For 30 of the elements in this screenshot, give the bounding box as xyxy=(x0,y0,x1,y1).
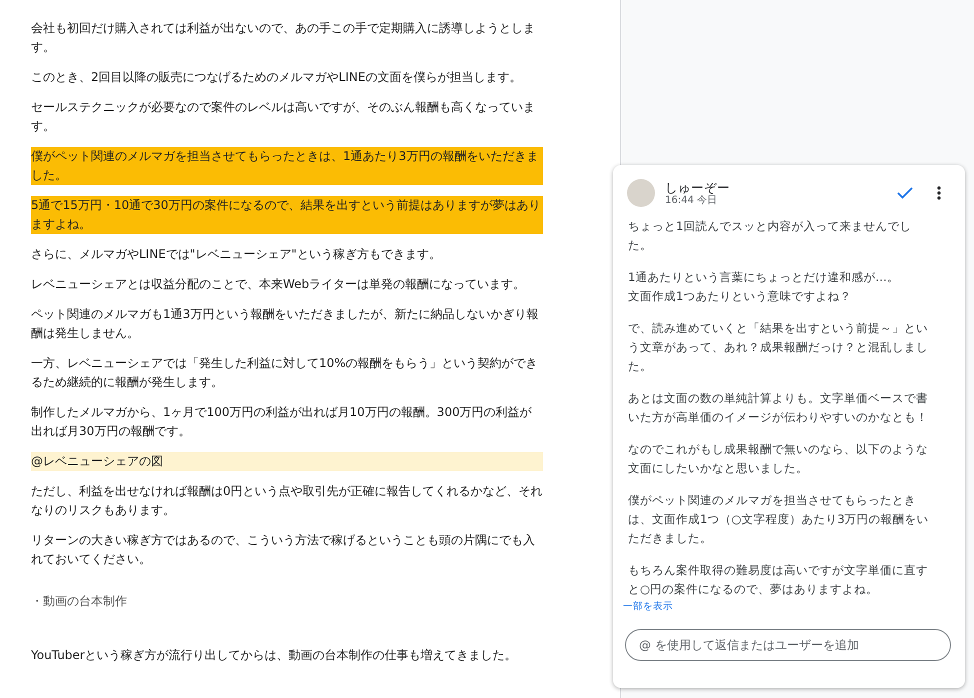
show-more-link[interactable]: 一部を表示 xyxy=(623,601,673,613)
comment-text: なのでこれがもし成果報酬で無いのなら、以下のような文面にしたいかなと思いました。 xyxy=(628,441,929,477)
paragraph: さらに、メルマガやLINEでは"レベニューシェア"という稼ぎ方もできます。 xyxy=(31,246,442,263)
paragraph: ただし、利益を出せなければ報酬は0円という点や取引先が正確に報告してくれるかなど、それなりのリスクもあります。 xyxy=(31,483,543,519)
comment-text: 僕がペット関連のメルマガを担当させてもらったときは、文面作成1つ（○文字程度）あたり3万円の報酬をいただきました。 xyxy=(628,492,930,547)
highlighted-paragraph: 5通で15万円・10通で30万円の案件になるので、結果を出すという前提はありますが夢はありますよね。 xyxy=(31,196,543,234)
author-name: しゅーぞー xyxy=(665,180,730,194)
comment-text: ちょっと1回読んでスッと内容が入って来ませんでした。 xyxy=(628,218,912,254)
more-icon xyxy=(937,186,941,200)
highlighted-paragraph: 僕がペット関連のメルマガを担当させてもらったときは、1通あたり3万円の報酬をいただきました。 xyxy=(31,147,543,185)
highlighted-paragraph: @レベニューシェアの図 xyxy=(31,452,543,471)
avatar xyxy=(627,179,655,207)
comment-text: で、読み進めていくと「結果を出すという前提～」という文章があって、あれ？成果報酬だっけ？と混乱しました。 xyxy=(628,320,929,375)
paragraph: YouTuberという稼ぎ方が流行り出してからは、動画の台本制作の仕事も増えてきました。 xyxy=(31,647,518,664)
paragraph: このとき、2回目以降の販売につなげるためのメルマガやLINEの文面を僕らが担当します。 xyxy=(31,69,522,86)
section-heading: ・動画の台本制作 xyxy=(31,593,128,610)
comment-text: 1通あたりという言葉にちょっとだけ違和感が…。 xyxy=(628,269,900,286)
comment-time: 16:44 今日 xyxy=(665,194,718,206)
paragraph: 一方、レベニューシェアでは「発生した利益に対して10%の報酬をもらう」という契約ができるため継続的に報酬が発生します。 xyxy=(31,355,539,391)
paragraph: ペット関連のメルマガも1通3万円という報酬をいただきましたが、新たに納品しないかぎり報酬は発生しません。 xyxy=(31,306,540,342)
check-icon xyxy=(897,187,913,199)
comment-text: あとは文面の数の単純計算よりも。文字単価ベースで書いた方が高単価のイメージが伝わりやすいのかなとも！ xyxy=(628,390,929,426)
paragraph: リターンの大きい稼ぎ方ではあるので、こういう方法で稼げるということも頭の片隅にでも入れておいてください。 xyxy=(31,532,536,568)
reply-field[interactable]: @ を使用して返信またはユーザーを追加 xyxy=(625,629,951,661)
paragraph: 制作したメルマガから、1ヶ月で100万円の利益が出れば月10万円の報酬。300万円の利益が出れば月30万円の報酬です。 xyxy=(31,404,533,440)
paragraph: 会社も初回だけ購入されては利益が出ないので、あの手この手で定期購入に誘導しようとします。 xyxy=(31,20,536,56)
comment-text: 文面作成1つあたりという意味ですよね？ xyxy=(628,288,852,305)
comment-text: もちろん案件取得の難易度は高いですが文字単価に直すと○円の案件になるので、夢はありますよね。 xyxy=(628,562,929,598)
paragraph: セールステクニックが必要なので案件のレベルは高いですが、そのぶん報酬も高くなっています。 xyxy=(31,99,536,135)
paragraph: レベニューシェアとは収益分配のことで、本来Webライターは単発の報酬になっています。 xyxy=(31,276,526,293)
